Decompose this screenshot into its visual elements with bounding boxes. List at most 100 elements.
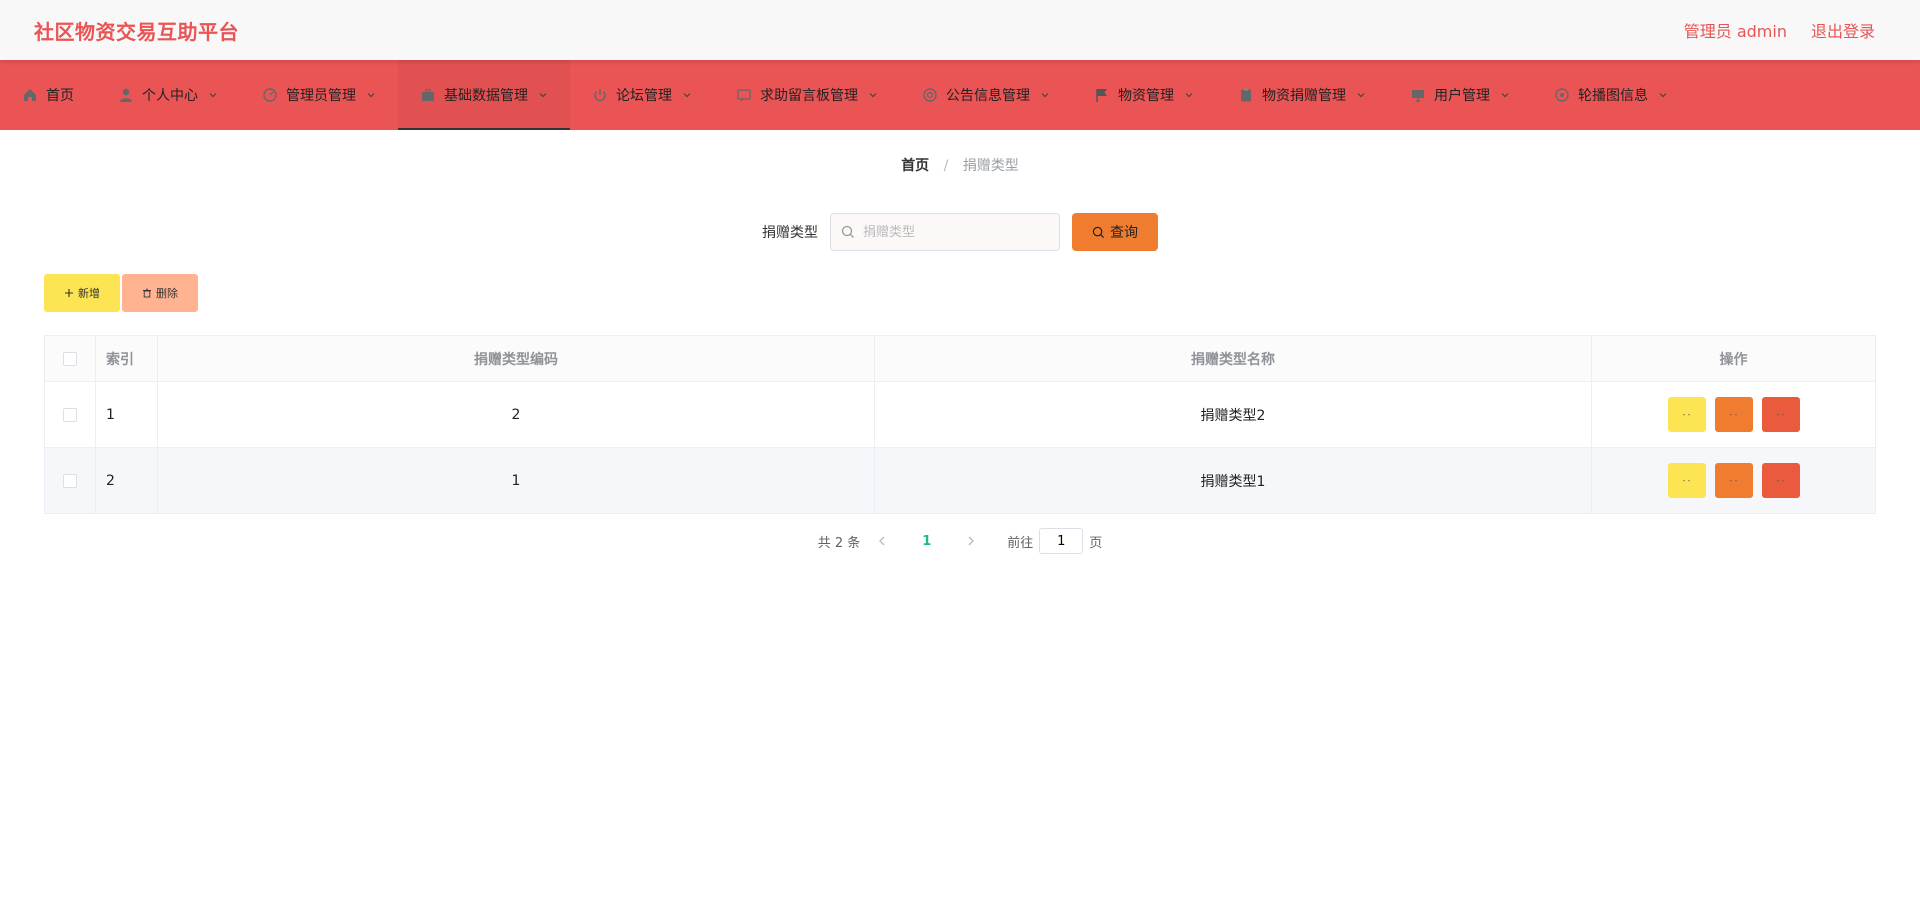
- flag-icon: [1094, 87, 1110, 103]
- nav-item-basic-data[interactable]: 基础数据管理: [398, 60, 570, 130]
- nav-label: 物资捐赠管理: [1262, 88, 1346, 104]
- nav-label: 物资管理: [1118, 88, 1174, 104]
- nav-label: 个人中心: [142, 88, 198, 104]
- header-ops: 操作: [1591, 335, 1876, 382]
- nav-label: 公告信息管理: [946, 88, 1030, 104]
- breadcrumb: 首页 / 捐赠类型: [0, 155, 1920, 175]
- breadcrumb-current: 捐赠类型: [962, 158, 1019, 174]
- cell-name: 捐赠类型1: [874, 447, 1592, 514]
- chevron-left-icon[interactable]: [876, 535, 888, 547]
- goto-label: 前往: [1007, 535, 1034, 551]
- view-button[interactable]: - -: [1667, 463, 1706, 498]
- page-unit-label: 页: [1089, 535, 1103, 551]
- chevron-down-icon: [868, 90, 878, 100]
- header-name: 捐赠类型名称: [874, 335, 1592, 382]
- nav-label: 用户管理: [1434, 88, 1490, 104]
- cell-code: 1: [157, 447, 875, 514]
- add-button[interactable]: 新增: [44, 274, 120, 312]
- top-header: 社区物资交易互助平台 管理员 admin 退出登录: [0, 0, 1920, 60]
- row-checkbox[interactable]: [63, 473, 77, 488]
- page-jump-input[interactable]: [1039, 528, 1084, 554]
- user-label[interactable]: 管理员 admin: [1684, 18, 1787, 42]
- pagination: 共 2 条 1 前往 页: [0, 528, 1920, 554]
- search-form: 捐赠类型 查询: [0, 213, 1920, 251]
- row-check-cell[interactable]: [44, 447, 96, 514]
- view-button[interactable]: - -: [1667, 397, 1706, 432]
- clipboard-icon: [1238, 87, 1254, 103]
- action-toolbar: 新增 删除: [44, 274, 1920, 312]
- nav-item-users[interactable]: 用户管理: [1388, 60, 1532, 130]
- nav-label: 轮播图信息: [1578, 88, 1648, 104]
- briefcase-icon: [420, 87, 436, 103]
- chevron-down-icon: [366, 90, 376, 100]
- logout-link[interactable]: 退出登录: [1811, 18, 1875, 42]
- search-input[interactable]: [861, 223, 1045, 241]
- cell-name: 捐赠类型2: [874, 381, 1592, 448]
- message-icon: [736, 87, 752, 103]
- edit-button[interactable]: - -: [1714, 397, 1753, 432]
- nav-item-forum[interactable]: 论坛管理: [570, 60, 714, 130]
- main-nav: 首页 个人中心 管理员管理 基础数据管理 论坛管理 求助留言板管理 公告信息管理…: [0, 60, 1920, 130]
- cell-index: 2: [95, 447, 158, 514]
- search-icon: [841, 225, 854, 238]
- gauge-icon: [262, 87, 278, 103]
- nav-label: 基础数据管理: [444, 88, 528, 104]
- site-title: 社区物资交易互助平台: [34, 19, 239, 44]
- chevron-right-icon[interactable]: [965, 535, 977, 547]
- user-icon: [118, 87, 134, 103]
- plus-icon: [65, 289, 73, 297]
- nav-item-home[interactable]: 首页: [0, 60, 96, 130]
- table-header-row: 索引 捐赠类型编码 捐赠类型名称 操作: [44, 335, 1876, 382]
- add-button-label: 新增: [78, 288, 100, 300]
- row-check-cell[interactable]: [44, 381, 96, 448]
- nav-item-goods[interactable]: 物资管理: [1072, 60, 1216, 130]
- query-button[interactable]: 查询: [1072, 213, 1158, 251]
- query-button-label: 查询: [1110, 224, 1138, 240]
- chevron-down-icon: [1356, 90, 1366, 100]
- settings-icon: [1554, 87, 1570, 103]
- pagination-total: 共 2 条: [817, 535, 861, 551]
- header-code: 捐赠类型编码: [157, 335, 875, 382]
- cell-index: 1: [95, 381, 158, 448]
- home-icon: [22, 87, 38, 103]
- nav-item-help-board[interactable]: 求助留言板管理: [714, 60, 900, 130]
- chevron-down-icon: [208, 90, 218, 100]
- table-row: 1 2 捐赠类型2 - - - - - -: [44, 381, 1876, 448]
- page-jump: 前往 页: [1007, 528, 1102, 554]
- data-table: 索引 捐赠类型编码 捐赠类型名称 操作 1 2 捐赠类型2 - - - - - …: [44, 335, 1876, 514]
- page-number-current[interactable]: 1: [922, 534, 931, 549]
- delete-button[interactable]: 删除: [122, 274, 198, 312]
- header-index: 索引: [95, 335, 158, 382]
- select-all-cell[interactable]: [44, 335, 96, 382]
- breadcrumb-home[interactable]: 首页: [901, 158, 929, 174]
- chevron-down-icon: [1040, 90, 1050, 100]
- chevron-down-icon: [538, 90, 548, 100]
- delete-button-label: 删除: [156, 288, 178, 300]
- breadcrumb-separator: /: [943, 158, 949, 174]
- nav-label: 管理员管理: [286, 88, 356, 104]
- nav-label: 首页: [46, 88, 74, 104]
- row-checkbox[interactable]: [63, 407, 77, 422]
- nav-item-personal[interactable]: 个人中心: [96, 60, 240, 130]
- cell-ops: - - - - - -: [1591, 381, 1876, 448]
- select-all-checkbox[interactable]: [63, 351, 77, 366]
- nav-label: 求助留言板管理: [760, 88, 858, 104]
- nav-item-notice[interactable]: 公告信息管理: [900, 60, 1072, 130]
- user-area: 管理员 admin 退出登录: [1684, 18, 1875, 42]
- edit-button[interactable]: - -: [1714, 463, 1753, 498]
- trash-icon: [143, 288, 151, 298]
- help-circle-icon: [922, 87, 938, 103]
- table-row: 2 1 捐赠类型1 - - - - - -: [44, 447, 1876, 514]
- row-delete-button[interactable]: - -: [1761, 463, 1800, 498]
- cell-ops: - - - - - -: [1591, 447, 1876, 514]
- nav-label: 论坛管理: [616, 88, 672, 104]
- chevron-down-icon: [1184, 90, 1194, 100]
- monitor-icon: [1410, 87, 1426, 103]
- search-field[interactable]: [830, 213, 1060, 251]
- cell-code: 2: [157, 381, 875, 448]
- power-icon: [592, 87, 608, 103]
- row-delete-button[interactable]: - -: [1761, 397, 1800, 432]
- nav-item-admin[interactable]: 管理员管理: [240, 60, 398, 130]
- nav-item-carousel[interactable]: 轮播图信息: [1532, 60, 1690, 130]
- nav-item-donation[interactable]: 物资捐赠管理: [1216, 60, 1388, 130]
